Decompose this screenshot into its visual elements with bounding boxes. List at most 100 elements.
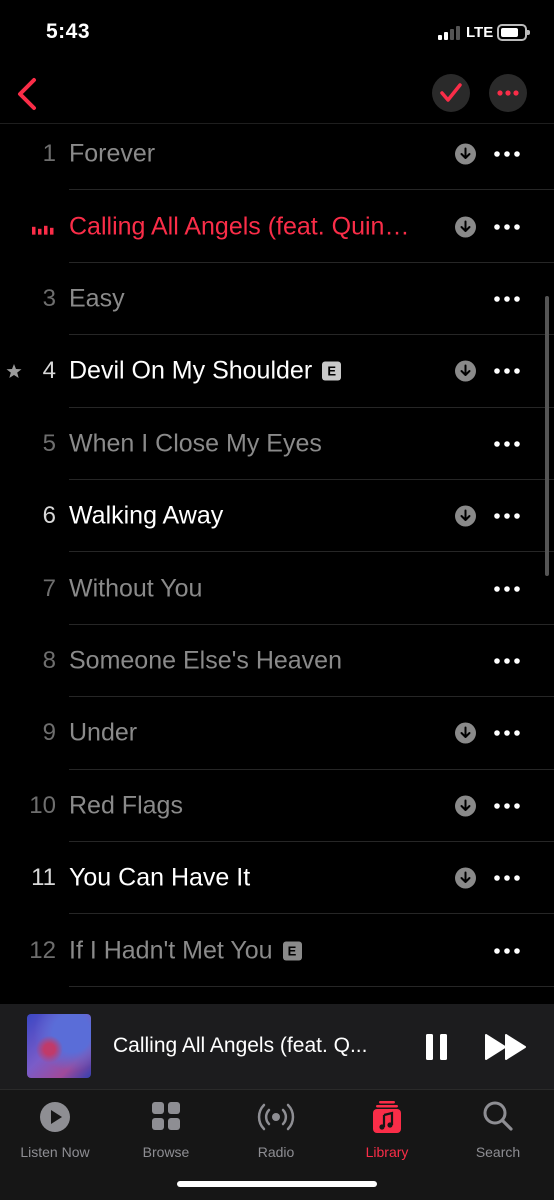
track-title-text: Calling All Angels (feat. Quin… <box>69 212 410 241</box>
search-icon <box>483 1101 513 1131</box>
track-number: 8 <box>42 646 56 674</box>
row-divider <box>69 985 554 987</box>
tab-label: Browse <box>142 1144 190 1160</box>
downloaded-icon <box>455 795 476 817</box>
ellipsis-icon <box>497 90 519 96</box>
track-row[interactable]: 6 Walking Away <box>0 480 554 553</box>
select-button[interactable] <box>432 74 470 112</box>
status-time: 5:43 <box>46 20 91 43</box>
track-row[interactable]: 11 You Can Have It <box>0 842 554 915</box>
play-circle-icon <box>40 1102 70 1132</box>
track-title: Calling All Angels (feat. Quin… <box>69 212 409 241</box>
track-number: 10 <box>29 791 56 819</box>
tab-label: Search <box>475 1144 521 1160</box>
home-indicator[interactable] <box>177 1181 377 1187</box>
track-number: 6 <box>42 502 56 530</box>
track-title: You Can Have It <box>69 864 250 893</box>
tab-browse[interactable]: Browse <box>116 1098 216 1162</box>
track-row[interactable]: 1 Forever <box>0 118 554 191</box>
now-playing-bars-icon <box>32 225 54 235</box>
track-title: Walking Away <box>69 502 223 531</box>
tab-listen-now[interactable]: Listen Now <box>5 1098 105 1162</box>
more-options-button[interactable] <box>489 74 527 112</box>
status-bar: 5:43 LTE <box>0 0 554 64</box>
track-number: 5 <box>42 429 56 457</box>
grid-icon <box>152 1102 180 1130</box>
nav-bar <box>0 64 554 124</box>
track-row[interactable]: 4 Devil On My Shoulder E <box>0 335 554 408</box>
track-more-icon[interactable] <box>492 868 522 888</box>
track-number: 7 <box>42 574 56 602</box>
tab-search[interactable]: Search <box>448 1098 548 1162</box>
track-row[interactable]: 9 Under <box>0 697 554 770</box>
downloaded-icon <box>455 143 476 165</box>
track-title: Under <box>69 719 137 748</box>
downloaded-icon <box>455 867 476 889</box>
downloaded-icon <box>455 722 476 744</box>
track-title: Without You <box>69 574 202 603</box>
track-more-icon[interactable] <box>492 217 522 237</box>
explicit-badge: E <box>282 941 302 961</box>
track-title-text: Devil On My Shoulder <box>69 356 313 385</box>
track-more-icon[interactable] <box>492 579 522 599</box>
tab-radio[interactable]: Radio <box>226 1098 326 1162</box>
track-list: 1 Forever Calling All Angels (feat. Quin…… <box>0 118 554 1004</box>
downloaded-icon <box>455 216 476 238</box>
track-number: 11 <box>31 864 56 892</box>
scrollbar[interactable] <box>545 296 549 576</box>
track-title: Forever <box>69 140 155 169</box>
track-title-text: Someone Else's Heaven <box>69 646 342 675</box>
radio-waves-icon <box>257 1103 295 1131</box>
track-row[interactable]: 8 Someone Else's Heaven <box>0 625 554 698</box>
tab-library[interactable]: Library <box>337 1098 437 1162</box>
track-title-text: Easy <box>69 284 125 313</box>
track-more-icon[interactable] <box>492 361 522 381</box>
track-title-text: If I Hadn't Met You <box>69 936 273 965</box>
track-title: Red Flags <box>69 791 183 820</box>
fast-forward-icon[interactable] <box>484 1032 528 1062</box>
track-title-text: Walking Away <box>69 501 224 530</box>
network-type: LTE <box>466 24 494 41</box>
track-row[interactable]: 12 If I Hadn't Met You E <box>0 914 554 987</box>
pause-icon[interactable] <box>424 1032 450 1062</box>
downloaded-icon <box>455 505 476 527</box>
track-number: 1 <box>42 140 56 168</box>
track-more-icon[interactable] <box>492 941 522 961</box>
track-more-icon[interactable] <box>492 651 522 671</box>
track-row[interactable]: 3 Easy <box>0 263 554 336</box>
track-row[interactable]: Calling All Angels (feat. Quin… <box>0 190 554 263</box>
track-row[interactable]: 7 Without You <box>0 552 554 625</box>
track-title: When I Close My Eyes <box>69 429 322 458</box>
track-more-icon[interactable] <box>492 144 522 164</box>
tab-label: Radio <box>257 1144 295 1160</box>
track-title-text: You Can Have It <box>69 863 251 892</box>
chevron-left-icon[interactable] <box>14 76 44 112</box>
album-artwork[interactable] <box>27 1014 91 1078</box>
downloaded-icon <box>455 360 476 382</box>
track-more-icon[interactable] <box>492 796 522 816</box>
track-row[interactable]: 10 Red Flags <box>0 770 554 842</box>
track-title-text: Red Flags <box>69 791 183 820</box>
track-title-text: When I Close My Eyes <box>69 429 322 458</box>
track-row[interactable]: 5 When I Close My Eyes <box>0 408 554 480</box>
cellular-signal-icon <box>438 26 460 40</box>
track-title-text: Under <box>69 718 138 747</box>
tab-label: Listen Now <box>20 1144 90 1160</box>
track-number: 3 <box>42 284 56 312</box>
tab-label: Library <box>365 1144 409 1160</box>
track-number: 4 <box>42 357 56 385</box>
track-title-text: Forever <box>69 139 156 168</box>
track-number: 9 <box>42 719 56 747</box>
track-more-icon[interactable] <box>492 506 522 526</box>
explicit-badge: E <box>322 361 342 381</box>
track-more-icon[interactable] <box>492 289 522 309</box>
music-library-icon <box>373 1101 401 1133</box>
track-more-icon[interactable] <box>492 723 522 743</box>
track-title: Easy <box>69 284 125 313</box>
battery-icon <box>497 24 530 41</box>
track-title-text: Without You <box>69 574 203 603</box>
track-title: Someone Else's Heaven <box>69 646 342 675</box>
checkmark-icon <box>440 83 462 102</box>
mini-player[interactable]: Calling All Angels (feat. Q... <box>0 1004 554 1090</box>
track-more-icon[interactable] <box>492 434 522 454</box>
